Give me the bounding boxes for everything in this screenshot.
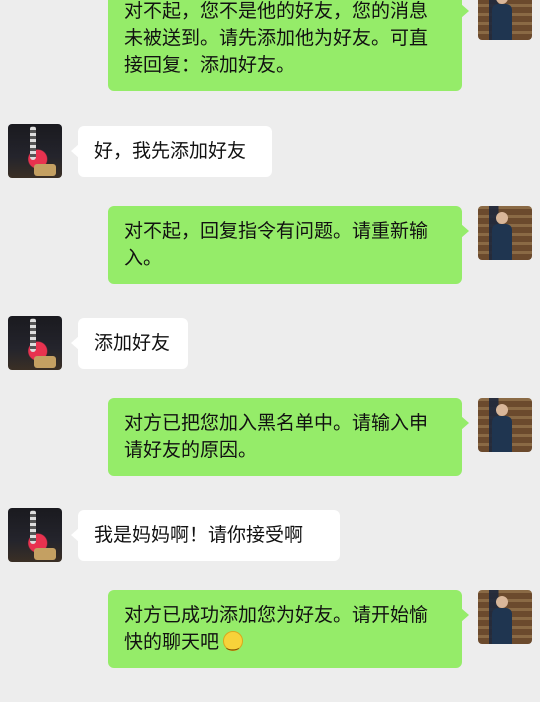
- message-text: 对不起，您不是他的好友，您的消息未被送到。请先添加他为好友。可直接回复：添加好友…: [124, 0, 429, 76]
- contact-avatar[interactable]: [8, 508, 62, 562]
- smile-emoji-icon: [223, 630, 244, 657]
- message-text: 我是妈妈啊！请你接受啊: [94, 524, 304, 546]
- message-bubble-self[interactable]: 对不起，您不是他的好友，您的消息未被送到。请先添加他为好友。可直接回复：添加好友…: [108, 0, 469, 91]
- message-bubble-contact[interactable]: 我是妈妈啊！请你接受啊: [71, 510, 340, 561]
- self-avatar[interactable]: [478, 0, 532, 40]
- self-avatar[interactable]: [478, 590, 532, 644]
- contact-avatar[interactable]: [8, 316, 62, 370]
- message-bubble-self[interactable]: 对方已把您加入黑名单中。请输入申请好友的原因。: [108, 398, 469, 476]
- message-bubble-contact[interactable]: 好，我先添加好友: [71, 126, 272, 177]
- message-bubble-contact[interactable]: 添加好友: [71, 318, 188, 369]
- message-text: 对不起，回复指令有问题。请重新输入。: [124, 220, 429, 269]
- message-text: 好，我先添加好友: [94, 140, 247, 162]
- self-avatar[interactable]: [478, 206, 532, 260]
- chat-window: 对不起，您不是他的好友，您的消息未被送到。请先添加他为好友。可直接回复：添加好友…: [0, 0, 540, 702]
- message-bubble-self[interactable]: 对方已成功添加您为好友。请开始愉快的聊天吧: [108, 590, 469, 668]
- message-text: 对方已把您加入黑名单中。请输入申请好友的原因。: [124, 412, 429, 461]
- message-bubble-self[interactable]: 对不起，回复指令有问题。请重新输入。: [108, 206, 469, 284]
- self-avatar[interactable]: [478, 398, 532, 452]
- contact-avatar[interactable]: [8, 124, 62, 178]
- message-text: 对方已成功添加您为好友。请开始愉快的聊天吧: [124, 604, 429, 653]
- message-text: 添加好友: [94, 332, 171, 354]
